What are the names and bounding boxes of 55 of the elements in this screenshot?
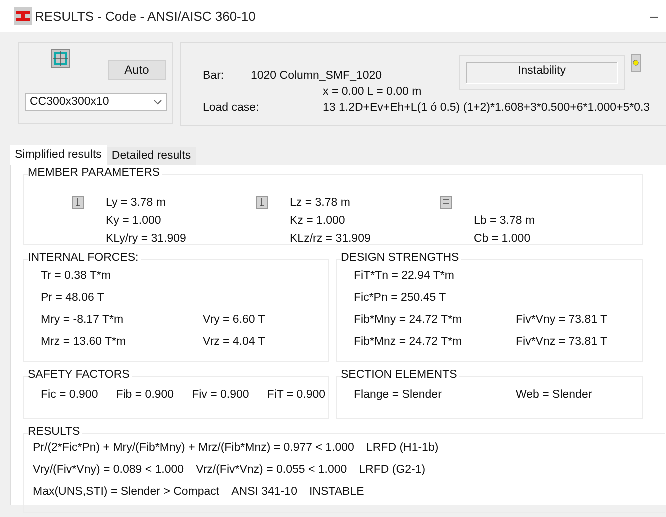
- result-text: LRFD (H1-1b): [366, 442, 439, 456]
- group-title: MEMBER PARAMETERS: [28, 167, 162, 179]
- window-title: RESULTS - Code - ANSI/AISC 360-10: [35, 8, 257, 24]
- group-title: SECTION ELEMENTS: [341, 369, 460, 381]
- result-text: Max(UNS,STI) = Slender > Compact: [33, 486, 220, 500]
- parameter-text: Lb = 3.78 m: [474, 215, 536, 227]
- value-text: Mry = -8.17 T*m: [41, 314, 125, 328]
- result-text: Vry/(Fiv*Vny) = 0.089 < 1.000: [33, 464, 184, 478]
- position-text: x = 0.00 L = 0.00 m: [323, 86, 422, 98]
- result-text: LRFD (G2-1): [359, 464, 426, 478]
- bar-label: Bar:: [203, 70, 226, 82]
- parameter-text: Ly = 3.78 m: [106, 197, 167, 209]
- tab[interactable]: Detailed results: [106, 147, 196, 165]
- parameter-text: Lz = 3.78 m: [290, 197, 352, 209]
- parameter-text: Cb = 1.000: [474, 233, 532, 245]
- value-text: Fiv*Vnz = 73.81 T: [516, 336, 609, 350]
- value-text: Fib*Mnz = 24.72 T*m: [354, 336, 464, 350]
- value-text: Vrz = 4.04 T: [203, 336, 266, 350]
- group-title: INTERNAL FORCES:: [28, 252, 141, 264]
- class-text: Web = Slender: [516, 389, 594, 403]
- caret-icon: [154, 100, 162, 104]
- result-text: ANSI 341-10: [232, 486, 298, 500]
- value-text: Vry = 6.60 T: [203, 314, 266, 328]
- parameter-text: KLy/ry = 31.909: [106, 233, 186, 245]
- factor-text: FiT = 0.900: [267, 389, 326, 403]
- auto-button[interactable]: Auto: [108, 60, 166, 80]
- class-text: Flange = Slender: [354, 389, 443, 403]
- parameter-text: Ky = 1.000: [106, 215, 162, 227]
- factor-text: Fic = 0.900: [41, 389, 98, 403]
- value-text: Tr = 0.38 T*m: [41, 270, 112, 284]
- bar-value: 1020 Column_SMF_1020: [251, 70, 382, 82]
- group-title: DESIGN STRENGTHS: [341, 252, 462, 264]
- result-text: INSTABLE: [309, 486, 364, 500]
- section-view-icon[interactable]: [51, 49, 70, 68]
- tab[interactable]: Simplified results: [10, 145, 107, 165]
- factor-text: Fib = 0.900: [116, 389, 174, 403]
- value-text: Pr = 48.06 T: [41, 292, 106, 306]
- section-dropdown[interactable]: CC300x300x10: [25, 93, 167, 111]
- parameter-text: Kz = 1.000: [290, 215, 346, 227]
- status-field: Instability: [466, 62, 618, 84]
- value-text: Fic*Pn = 250.45 T: [354, 292, 448, 306]
- value-text: Fiv*Vny = 73.81 T: [516, 314, 609, 328]
- value-text: FiT*Tn = 22.94 T*m: [354, 270, 456, 284]
- result-text: Vrz/(Fiv*Vnz) = 0.055 < 1.000: [196, 464, 348, 478]
- value-text: Fib*Mny = 24.72 T*m: [354, 314, 464, 328]
- result-text: Pr/(2*Fic*Pn) + Mry/(Fib*Mny) + Mrz/(Fib*Mnz) = 0.977 < 1.000: [33, 442, 354, 456]
- app-logo-icon: [14, 7, 32, 25]
- group-title: SAFETY FACTORS: [28, 369, 132, 381]
- parameter-text: KLz/rz = 31.909: [290, 233, 371, 245]
- factor-text: Fiv = 0.900: [192, 389, 250, 403]
- value-text: Mrz = 13.60 T*m: [41, 336, 128, 350]
- load-case-value: 13 1.2D+Ev+Eh+L(1 ó 0.5) (1+2)*1.608+3*0.500+6*1.000+5*0.3: [323, 102, 650, 114]
- group-title: RESULTS: [28, 426, 82, 438]
- load-case-label: Load case:: [203, 102, 260, 114]
- minimize-button[interactable]: –: [650, 8, 666, 24]
